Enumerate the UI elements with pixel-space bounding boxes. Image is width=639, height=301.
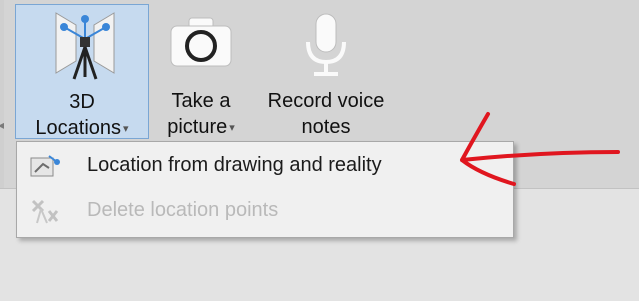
record-voice-label-line1: Record voice [267,90,385,112]
take-picture-label-line1: Take a [171,90,231,112]
menu-item-location-from-drawing[interactable]: Location from drawing and reality [17,145,513,187]
3d-locations-label: 3D Locations ▾ [16,89,148,142]
camera-icon [170,17,232,67]
3d-locations-label-line1: 3D [69,91,95,113]
dropdown-caret-icon: ▾ [229,121,235,134]
ribbon-left-edge [0,0,4,188]
location-drawing-icon [30,155,60,177]
take-picture-label: Take a picture ▾ [155,88,247,141]
dropdown-caret-icon: ▾ [123,122,129,135]
3d-locations-label-line2: Locations [35,117,122,139]
take-picture-button[interactable]: Take a picture ▾ [155,4,247,139]
record-voice-notes-label: Record voice notes [252,88,400,140]
microphone-icon [306,13,346,76]
delete-points-icon [31,199,59,224]
tripod-3d-icon [55,12,115,80]
record-voice-label-line2: notes [301,116,351,138]
3d-locations-button[interactable]: 3D Locations ▾ [15,4,149,139]
record-voice-notes-button[interactable]: Record voice notes [252,4,400,139]
menu-item-label: Delete location points [87,199,279,221]
menu-item-label: Location from drawing and reality [87,154,382,176]
scroll-left-icon[interactable]: ◂ [0,118,4,132]
menu-item-delete-location-points: Delete location points [17,190,513,232]
take-picture-label-line2: picture [167,116,228,138]
red-arrow-annotation [460,112,620,186]
